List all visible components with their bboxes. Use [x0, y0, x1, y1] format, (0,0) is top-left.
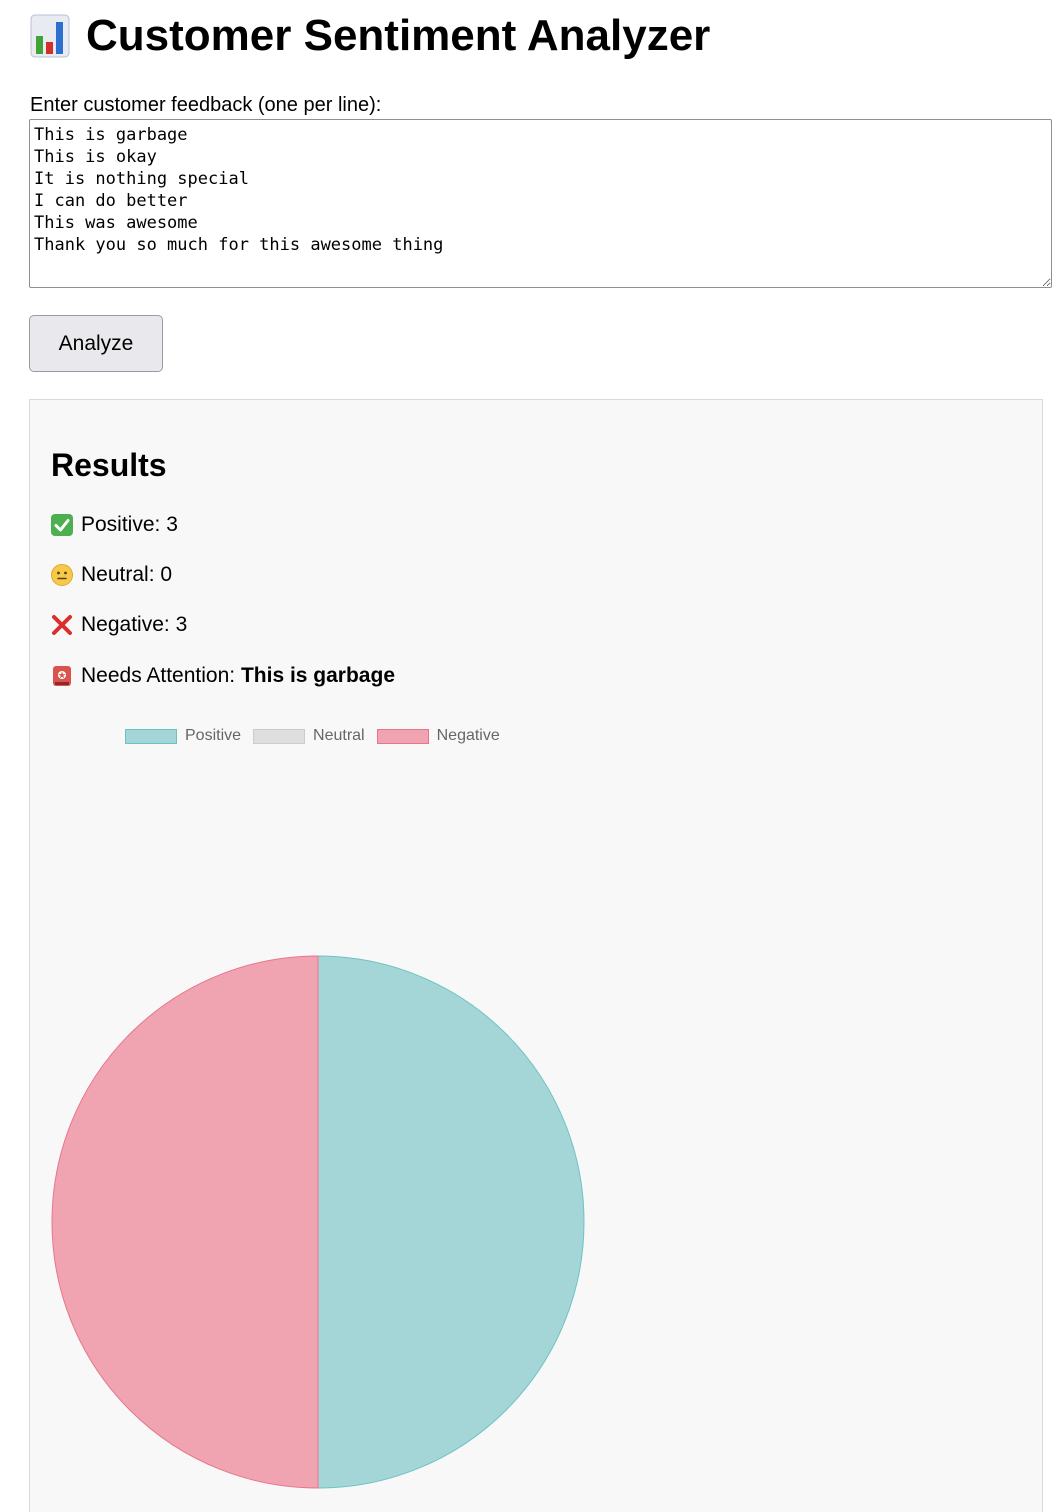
pie-chart-container [30, 940, 630, 1500]
legend-swatch-neutral [253, 728, 306, 744]
page-title: Customer Sentiment Analyzer [30, 8, 710, 64]
needs-attention: Needs Attention: This is garbage [50, 662, 395, 690]
legend-label-neutral: Neutral [313, 727, 365, 744]
legend-swatch-positive [125, 728, 177, 744]
negative-count: Negative: 3 [50, 611, 187, 639]
siren-icon [50, 664, 74, 688]
legend-item-negative[interactable]: Negative [376, 727, 500, 745]
legend-item-neutral[interactable]: Neutral [253, 727, 365, 745]
negative-label: Negative: [81, 613, 176, 636]
chart-legend: Positive Neutral Negative [125, 727, 512, 745]
check-mark-icon [50, 513, 74, 537]
cross-mark-icon [50, 613, 74, 637]
positive-count: Positive: 3 [50, 511, 178, 539]
needs-attention-label: Needs Attention: [81, 664, 241, 687]
needs-attention-value: This is garbage [240, 664, 395, 687]
page-title-text: Customer Sentiment Analyzer [86, 11, 711, 60]
pie-chart [51, 955, 585, 1489]
neutral-count: Neutral: 0 [50, 561, 172, 589]
analyze-button[interactable]: Analyze [29, 315, 163, 372]
feedback-label: Enter customer feedback (one per line): [30, 94, 382, 116]
pie-slice-negative[interactable] [51, 955, 319, 1489]
page: Customer Sentiment Analyzer Enter custom… [0, 0, 1064, 1512]
results-heading: Results [51, 447, 167, 483]
legend-label-positive: Positive [185, 727, 242, 744]
neutral-label: Neutral: [81, 563, 161, 586]
neutral-face-icon [50, 563, 74, 587]
positive-label: Positive: [81, 513, 167, 536]
positive-value: 3 [166, 513, 178, 536]
legend-item-positive[interactable]: Positive [125, 727, 241, 745]
negative-value: 3 [175, 613, 188, 636]
legend-label-negative: Negative [436, 727, 500, 744]
pie-slice-positive[interactable] [317, 955, 585, 1489]
neutral-value: 0 [160, 563, 173, 586]
results-panel: Results Positive: 3 Neutral: 0 Negative:… [29, 399, 1043, 1512]
legend-swatch-negative [376, 728, 429, 744]
bar-chart-icon [30, 14, 70, 58]
feedback-textarea[interactable]: This is garbage This is okay It is nothi… [29, 119, 1052, 288]
